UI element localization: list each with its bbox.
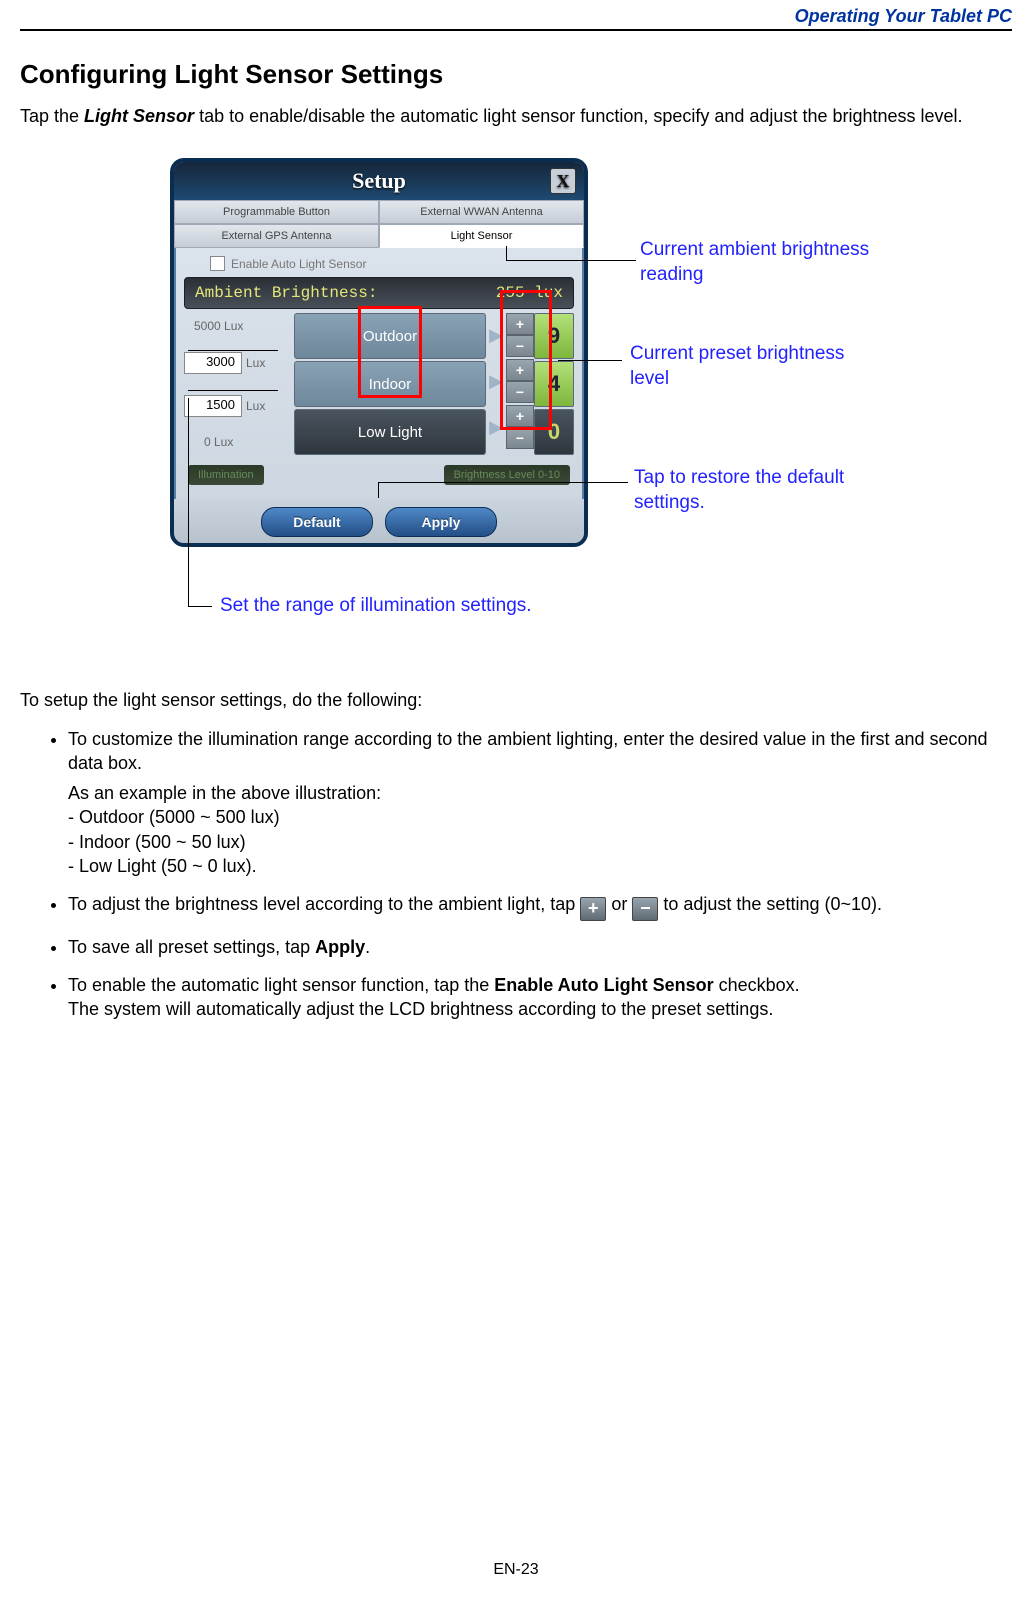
callout-preset: Current preset brightness level xyxy=(630,342,850,391)
leader-line xyxy=(188,398,189,606)
tab-programmable-button[interactable]: Programmable Button xyxy=(174,200,379,224)
leader-line xyxy=(506,246,507,260)
lux-column: 5000 Lux 3000 Lux 1500 Lux 0 Lux xyxy=(184,313,294,455)
step-save-apply: To save all preset settings, tap Apply. xyxy=(68,935,1012,959)
lux-input-1[interactable]: 3000 xyxy=(184,352,242,374)
section-title: Configuring Light Sensor Settings xyxy=(20,59,1012,90)
enable-auto-checkbox[interactable] xyxy=(210,256,225,271)
enable-auto-label: Enable Auto Light Sensor xyxy=(231,257,366,271)
setup-title: Setup xyxy=(352,168,406,194)
apply-button[interactable]: Apply xyxy=(385,507,497,537)
minus-icon[interactable]: − xyxy=(506,427,534,449)
callout-ambient: Current ambient brightness reading xyxy=(640,238,880,287)
leader-line xyxy=(378,482,379,498)
lux-unit-2: Lux xyxy=(246,399,265,413)
running-header: Operating Your Tablet PC xyxy=(20,0,1012,31)
leader-line xyxy=(188,390,278,391)
minus-icon: − xyxy=(632,897,658,921)
page-number: EN-23 xyxy=(0,1561,1032,1579)
default-button[interactable]: Default xyxy=(261,507,373,537)
tab-row-1: Programmable Button External WWAN Antenn… xyxy=(174,200,584,224)
figure-area: Setup X Programmable Button External WWA… xyxy=(20,158,1012,638)
step-adjust-brightness: To adjust the brightness level according… xyxy=(68,892,1012,920)
steps-list: To customize the illumination range acco… xyxy=(20,727,1012,1022)
tab-external-gps[interactable]: External GPS Antenna xyxy=(174,224,379,248)
lux-unit-1: Lux xyxy=(246,356,265,370)
callout-default: Tap to restore the default settings. xyxy=(634,466,854,515)
panel-footer: Illumination Brightness Level 0-10 xyxy=(184,461,574,489)
leader-line xyxy=(188,606,212,607)
callout-range: Set the range of illumination settings. xyxy=(220,594,640,619)
lux-top-label: 5000 Lux xyxy=(184,315,294,337)
red-highlight-values xyxy=(500,290,552,430)
enable-auto-checkbox-row: Enable Auto Light Sensor xyxy=(210,256,574,271)
tab-name: Light Sensor xyxy=(84,106,194,126)
intro-paragraph: Tap the Light Sensor tab to enable/disab… xyxy=(20,104,1012,128)
ambient-label: Ambient Brightness: xyxy=(195,284,377,302)
lux-input-2[interactable]: 1500 xyxy=(184,395,242,417)
tab-external-wwan[interactable]: External WWAN Antenna xyxy=(379,200,584,224)
lux-bottom-label: 0 Lux xyxy=(184,431,294,453)
step-illumination-range: To customize the illumination range acco… xyxy=(68,727,1012,879)
tab-row-2: External GPS Antenna Light Sensor xyxy=(174,224,584,248)
buttons-row: Default Apply xyxy=(174,499,584,543)
leader-line xyxy=(188,350,278,351)
tab-light-sensor[interactable]: Light Sensor xyxy=(379,224,584,248)
footer-illumination-label: Illumination xyxy=(188,465,264,485)
plus-icon: + xyxy=(580,897,606,921)
red-highlight-lux xyxy=(358,306,422,398)
leader-line xyxy=(506,260,636,261)
leader-line xyxy=(378,482,628,483)
step-enable-auto: To enable the automatic light sensor fun… xyxy=(68,973,1012,1022)
close-icon[interactable]: X xyxy=(550,168,576,194)
leader-line xyxy=(558,360,622,361)
mode-lowlight-button[interactable]: Low Light xyxy=(294,409,486,455)
body-intro: To setup the light sensor settings, do t… xyxy=(20,688,1012,712)
setup-titlebar: Setup X xyxy=(174,162,584,200)
